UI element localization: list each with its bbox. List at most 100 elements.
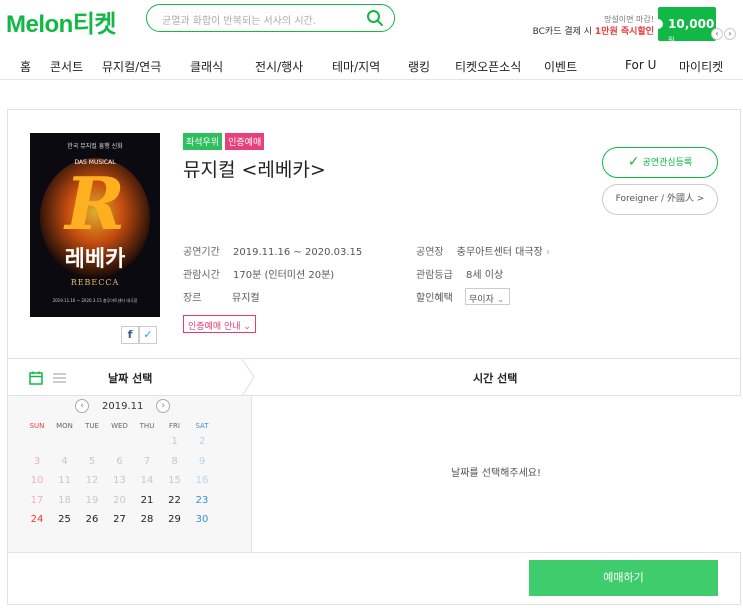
coupon-amount: 10,000	[668, 17, 715, 31]
weekday-wed: WED	[111, 422, 128, 430]
genre-label: 장르	[183, 293, 202, 304]
search-icon[interactable]	[366, 9, 384, 27]
poster-big-letter: R	[65, 161, 125, 246]
cert-guide-label: 인증예매 안내	[188, 322, 241, 332]
coupon-badge[interactable]: 10,000 원	[653, 7, 716, 44]
calendar-day[interactable]: 25	[51, 514, 79, 525]
nav-ticket-open[interactable]: 티켓오픈소식	[455, 58, 521, 75]
weekday-thu: THU	[139, 422, 155, 430]
show-title: 뮤지컬 <레베카>	[183, 159, 326, 181]
calendar-day: 4	[61, 455, 68, 467]
calendar-day[interactable]: 28	[133, 514, 161, 525]
show-tags: 좌석우위 인증예매	[183, 133, 267, 150]
weekday-tue: TUE	[85, 422, 99, 430]
nav-event[interactable]: 이벤트	[544, 58, 577, 75]
genre-row: 장르 뮤지컬	[183, 289, 260, 304]
banner-next-icon[interactable]: ›	[724, 28, 736, 40]
period-label: 공연기간	[183, 247, 220, 258]
nav-classic[interactable]: 클래식	[190, 58, 223, 75]
facebook-icon[interactable]: f	[121, 326, 139, 344]
book-button[interactable]: 예매하기	[529, 560, 718, 596]
weekday-mon: MON	[56, 422, 73, 430]
venue-link[interactable]: 충무아트센터 대극장	[457, 247, 543, 258]
calendar-day[interactable]: 23	[188, 495, 216, 506]
calendar-day[interactable]: 22	[161, 495, 189, 506]
poster-image: 한국 뮤지컬 흥행 신화 DAS MUSICAL R 레베카 REBECCA 2…	[30, 133, 160, 317]
calendar-day: 3	[33, 455, 41, 467]
nav-concert[interactable]: 콘서트	[50, 58, 83, 75]
calendar-panel	[8, 396, 252, 552]
calendar-day: 11	[58, 475, 71, 486]
nav-home[interactable]: 홈	[20, 58, 31, 75]
melon-ticket-logo[interactable]: Melon티켓	[6, 4, 117, 39]
time-panel: 날짜를 선택해주세요!	[253, 396, 741, 552]
check-icon: ✓	[627, 154, 640, 170]
calendar-month: 2019.11	[102, 400, 144, 412]
discount-dropdown[interactable]: 무이자 ⌄	[465, 288, 510, 305]
banner-prev-icon[interactable]: ‹	[711, 28, 723, 40]
nav-for-u[interactable]: For U	[625, 58, 656, 72]
poster-top-text: 한국 뮤지컬 흥행 신화	[67, 143, 123, 150]
nav-ranking[interactable]: 랭킹	[408, 58, 430, 75]
calendar-day: 20	[113, 494, 126, 506]
calendar-day: 7	[143, 455, 151, 467]
rating-value: 8세 이상	[466, 270, 504, 281]
list-icon[interactable]	[53, 372, 66, 384]
promo-line1: 망설이면 마감!	[604, 15, 654, 24]
main-nav: 홈 콘서트 뮤지컬/연극 클래식 전시/행사 테마/지역 랭킹 티켓오픈소식 이…	[0, 50, 743, 80]
next-month-icon[interactable]: ›	[156, 399, 171, 413]
booking-header: 날짜 선택 시간 선택	[8, 358, 741, 396]
date-select-title: 날짜 선택	[108, 372, 153, 385]
period-row: 공연기간 2019.11.16 ~ 2020.03.15	[183, 243, 362, 258]
venue-label: 공연장	[416, 247, 444, 258]
poster-english-title: REBECCA	[70, 278, 120, 287]
cert-guide-button[interactable]: 인증예매 안내 ⌄	[183, 315, 256, 333]
calendar-day: 17	[30, 494, 44, 506]
search-box[interactable]: 균열과 화합이 반복되는 서사의 시간.	[146, 4, 395, 32]
nav-theme[interactable]: 테마/지역	[332, 58, 380, 75]
calendar-day: 2	[198, 436, 206, 447]
weekday-sat: SAT	[195, 422, 209, 430]
share-buttons: f ✓	[121, 326, 157, 344]
calendar-day[interactable]: 27	[106, 514, 134, 525]
calendar-day[interactable]: 21	[133, 495, 161, 506]
nav-exhibition[interactable]: 전시/행사	[255, 58, 303, 75]
calendar-icon[interactable]	[29, 371, 43, 385]
discount-value: 무이자	[469, 295, 494, 305]
poster-korean-title: 레베카	[64, 247, 126, 272]
calendar-day: 19	[85, 494, 99, 506]
calendar-day[interactable]: 24	[23, 514, 51, 525]
calendar-day: 6	[116, 455, 123, 467]
tag-seat: 좌석우위	[183, 133, 223, 150]
promo-banner[interactable]: 망설이면 마감! BC카드 결제 시 1만원 즉시할인	[520, 14, 654, 38]
calendar-day: 14	[140, 475, 154, 486]
calendar-day: 1	[171, 436, 178, 447]
calendar-day: 8	[171, 455, 178, 467]
calendar-day[interactable]: 26	[78, 514, 106, 525]
calendar-day: 18	[58, 494, 71, 506]
header: Melon티켓 균열과 화합이 반복되는 서사의 시간. 망설이면 마감! BC…	[0, 0, 743, 44]
nav-my-ticket[interactable]: 마이티켓	[679, 58, 723, 75]
foreigner-button[interactable]: Foreigner / 外國人 >	[602, 184, 718, 215]
runtime-value: 170분 (인터미션 20분)	[233, 270, 335, 281]
promo-line2: BC카드 결제 시 1만원 즉시할인	[532, 27, 654, 37]
interest-button[interactable]: ✓ 공연관심등록	[602, 147, 718, 178]
coupon-unit: 원	[668, 36, 675, 44]
logo-ticket: 티켓	[72, 11, 117, 38]
runtime-label: 관람시간	[183, 270, 220, 281]
chevron-down-icon: ⌄	[243, 322, 251, 332]
calendar-day[interactable]: 30	[188, 514, 216, 525]
nav-musical[interactable]: 뮤지컬/연극	[102, 58, 161, 75]
calendar-day: 10	[30, 475, 44, 486]
venue-chevron-icon[interactable]: ›	[546, 247, 550, 258]
calendar-day[interactable]: 29	[161, 514, 189, 525]
calendar-day: 5	[88, 455, 96, 467]
weekday-fri: FRI	[169, 422, 180, 430]
prev-month-icon[interactable]: ‹	[75, 399, 89, 413]
twitter-icon[interactable]: ✓	[139, 326, 157, 344]
chevron-down-icon: ⌄	[496, 295, 505, 305]
search-input[interactable]: 균열과 화합이 반복되는 서사의 시간.	[162, 12, 316, 27]
calendar-day: 16	[195, 475, 209, 486]
period-value: 2019.11.16 ~ 2020.03.15	[233, 247, 363, 258]
step-arrow-icon	[241, 359, 255, 396]
